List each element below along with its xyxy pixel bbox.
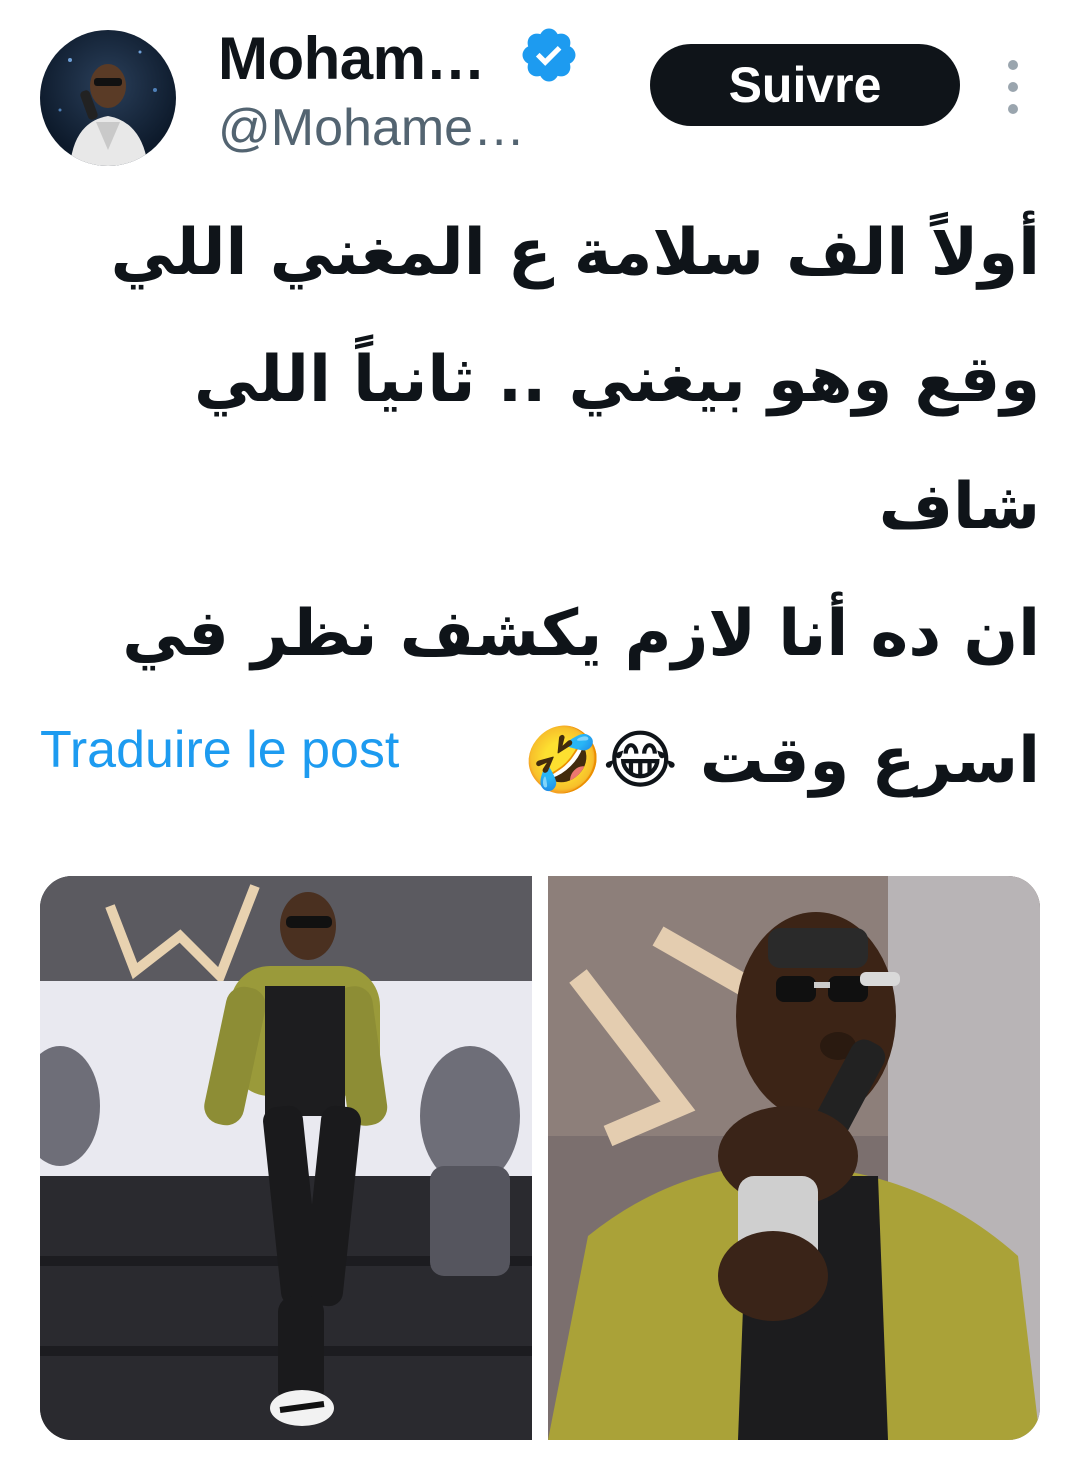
photo-singer-full-body [40, 876, 532, 1440]
follow-button[interactable]: Suivre [650, 44, 960, 126]
media-photo-1[interactable] [40, 876, 532, 1440]
translate-post-link[interactable]: Traduire le post [40, 720, 399, 780]
media-photo-2[interactable] [548, 876, 1040, 1440]
verified-badge-icon [522, 28, 576, 82]
author-avatar[interactable] [40, 30, 176, 166]
author-display-name[interactable]: Moham… [218, 24, 486, 93]
photo-singer-closeup [548, 876, 1040, 1440]
more-dot [1008, 60, 1018, 70]
avatar-photo [58, 50, 157, 166]
more-vertical-icon[interactable] [996, 60, 1030, 114]
media-grid [40, 876, 1040, 1440]
more-dot [1008, 82, 1018, 92]
author-handle[interactable]: @Mohame… [218, 98, 525, 158]
more-dot [1008, 104, 1018, 114]
